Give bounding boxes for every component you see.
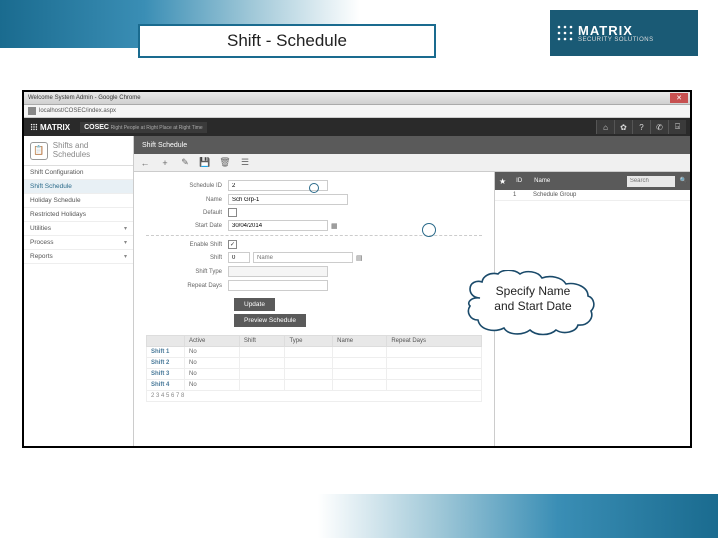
search-icon[interactable]: 🔍 — [677, 178, 690, 184]
sidebar-title: Shifts and Schedules — [53, 142, 127, 160]
schedule-id-label: Schedule ID — [146, 183, 228, 189]
slide-title-box: Shift - Schedule — [138, 24, 436, 58]
phone-icon[interactable]: ✆ — [650, 120, 668, 134]
table-header-row: Active Shift Type Name Repeat Days — [147, 336, 482, 347]
repeat-days-input[interactable] — [228, 280, 328, 291]
brand-name: MATRIX — [578, 24, 654, 37]
app-brand: MATRIX — [40, 123, 70, 132]
browser-window-title: Welcome System Admin - Google Chrome — [28, 95, 141, 101]
app-tagline: Right People at Right Place at Right Tim… — [111, 125, 203, 131]
enable-shift-label: Enable Shift — [146, 242, 228, 248]
table-row[interactable]: Shift 3No — [147, 369, 482, 380]
favicon-icon — [28, 107, 36, 115]
table-pagination[interactable]: 2 3 4 5 6 7 8 — [147, 391, 482, 402]
edit-icon[interactable]: ✎ — [180, 158, 190, 168]
browser-url: localhost/COSEC/index.aspx — [39, 108, 116, 114]
lookup-icon[interactable]: ▤ — [356, 254, 363, 262]
detail-header: ★ ID Name 🔍 — [495, 172, 690, 190]
detail-col-id: ID — [510, 178, 528, 184]
home-icon[interactable]: ⌂ — [596, 120, 614, 134]
search-input[interactable] — [627, 176, 675, 187]
shift-label: Shift — [146, 255, 228, 261]
panel-title: Shift Schedule — [134, 136, 690, 154]
app-screenshot: Welcome System Admin - Google Chrome ✕ l… — [22, 90, 692, 448]
chevron-down-icon: ▾ — [124, 239, 127, 246]
shift-type-label: Shift Type — [146, 269, 228, 275]
detail-row[interactable]: 1 Schedule Group — [495, 190, 690, 201]
table-row[interactable]: Shift 2No — [147, 358, 482, 369]
brand-logo: MATRIX SECURITY SOLUTIONS — [550, 10, 698, 56]
gear-icon[interactable]: ✿ — [614, 120, 632, 134]
form-area: Schedule ID Name Default Start Date — [134, 172, 494, 448]
update-button[interactable]: Update — [234, 298, 275, 311]
detail-col-name: Name — [528, 178, 556, 184]
list-icon[interactable]: ☰ — [240, 158, 250, 168]
bottom-gradient-decoration — [318, 494, 718, 538]
browser-titlebar: Welcome System Admin - Google Chrome ✕ — [24, 92, 690, 105]
panel-toolbar: ← + ✎ 💾 🗑 ☰ — [134, 154, 690, 172]
callout-text: Specify Name and Start Date — [488, 284, 578, 314]
star-icon[interactable]: ★ — [495, 177, 510, 186]
sidebar-item-reports[interactable]: Reports▾ — [24, 250, 133, 264]
name-label: Name — [146, 197, 228, 203]
sidebar-item-utilities[interactable]: Utilities▾ — [24, 222, 133, 236]
sidebar-item-process[interactable]: Process▾ — [24, 236, 133, 250]
calendar-icon[interactable]: ▦ — [331, 222, 338, 230]
table-row[interactable]: Shift 4No — [147, 380, 482, 391]
sidebar-item-holiday-schedule[interactable]: Holiday Schedule — [24, 194, 133, 208]
start-date-input[interactable] — [228, 220, 328, 231]
sidebar-item-restricted-holidays[interactable]: Restricted Holidays — [24, 208, 133, 222]
detail-search: 🔍 — [627, 176, 690, 187]
main-panel: Shift Schedule ← + ✎ 💾 🗑 ☰ Schedule ID — [134, 136, 690, 448]
shift-type-input[interactable] — [228, 266, 328, 277]
app-header: MATRIX COSEC Right People at Right Place… — [24, 118, 690, 136]
chevron-down-icon: ▾ — [124, 253, 127, 260]
save-icon[interactable]: 💾 — [200, 158, 210, 168]
app-product: COSEC — [84, 124, 109, 131]
add-icon[interactable]: + — [160, 158, 170, 168]
callout-bubble: Specify Name and Start Date — [460, 270, 600, 336]
clipboard-icon: 📋 — [30, 142, 48, 160]
repeat-days-label: Repeat Days — [146, 283, 228, 289]
panel-content: Schedule ID Name Default Start Date — [134, 172, 690, 448]
schedule-id-input[interactable] — [228, 180, 328, 191]
app-header-actions: ⌂ ✿ ? ✆ ⍈ — [596, 120, 686, 134]
browser-address-bar[interactable]: localhost/COSEC/index.aspx — [24, 105, 690, 118]
sidebar-item-shift-config[interactable]: Shift Configuration — [24, 166, 133, 180]
window-close-button[interactable]: ✕ — [670, 93, 688, 103]
default-checkbox[interactable] — [228, 208, 237, 217]
slide-title-text: Shift - Schedule — [227, 31, 347, 51]
logout-icon[interactable]: ⍈ — [668, 120, 686, 134]
question-icon[interactable]: ? — [632, 120, 650, 134]
sidebar-item-shift-schedule[interactable]: Shift Schedule — [24, 180, 133, 194]
brand-tagline: SECURITY SOLUTIONS — [578, 37, 654, 43]
start-date-label: Start Date — [146, 223, 228, 229]
shift-table: Active Shift Type Name Repeat Days Shift… — [146, 335, 482, 402]
table-row[interactable]: Shift 1No — [147, 347, 482, 358]
delete-icon[interactable]: 🗑 — [220, 158, 230, 168]
name-input[interactable] — [228, 194, 348, 205]
shift-name-input[interactable] — [253, 252, 353, 263]
shift-id-input[interactable] — [228, 252, 250, 263]
enable-shift-checkbox[interactable] — [228, 240, 237, 249]
app-logo-icon — [30, 123, 38, 131]
brand-logo-icon — [556, 24, 574, 42]
default-label: Default — [146, 210, 228, 216]
sidebar: 📋 Shifts and Schedules Shift Configurati… — [24, 136, 134, 448]
preview-schedule-button[interactable]: Preview Schedule — [234, 314, 306, 327]
sidebar-header: 📋 Shifts and Schedules — [24, 136, 133, 166]
back-icon[interactable]: ← — [140, 158, 150, 168]
chevron-down-icon: ▾ — [124, 225, 127, 232]
